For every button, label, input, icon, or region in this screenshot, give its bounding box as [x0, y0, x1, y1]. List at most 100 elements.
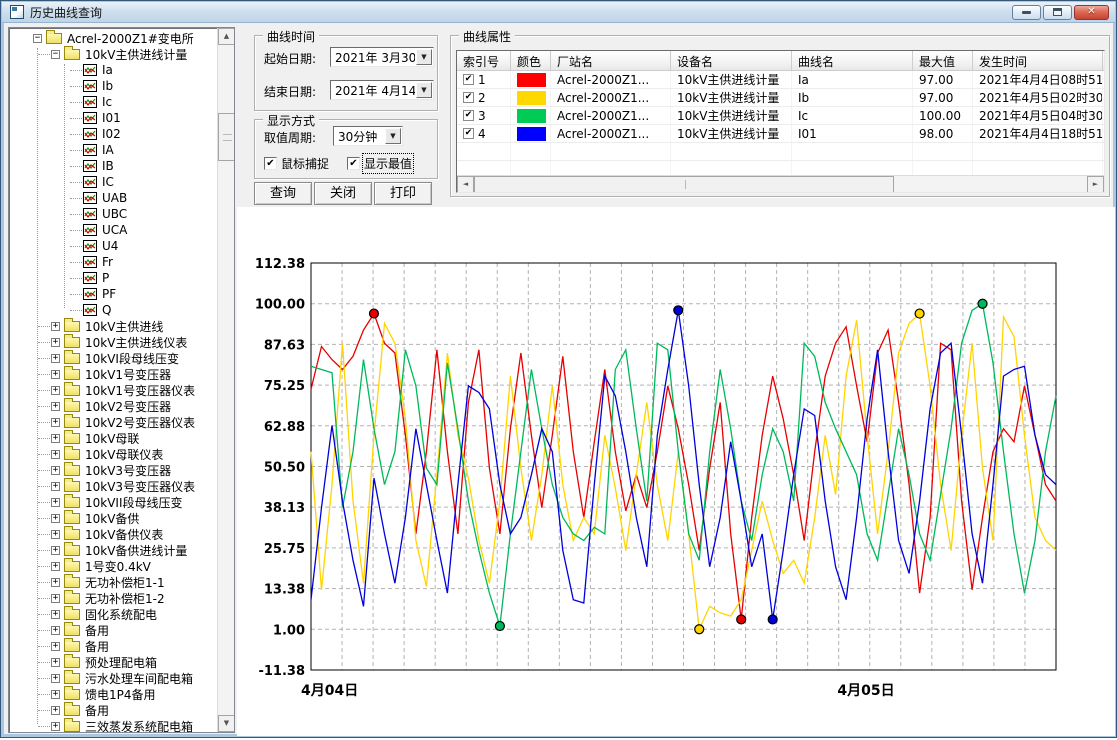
column-header-6[interactable]: 最大值 [913, 51, 973, 70]
expand-icon[interactable]: + [51, 706, 60, 715]
tree-item-folder[interactable]: +10kVI段母线压变 [9, 350, 217, 366]
expand-icon[interactable]: + [51, 386, 60, 395]
history-curve-chart[interactable]: 112.38100.0087.6375.2562.8850.5038.1325.… [237, 207, 1115, 736]
max-marker-Ib[interactable] [915, 309, 924, 318]
tree-item-curve-UCA[interactable]: UCA [9, 222, 217, 238]
min-marker-Ic[interactable] [495, 621, 504, 630]
tree-item-folder[interactable]: +10kVII段母线压变 [9, 494, 217, 510]
expand-icon[interactable]: + [51, 402, 60, 411]
column-header-1[interactable]: 索引号 [457, 51, 511, 70]
min-marker-Ia[interactable] [737, 615, 746, 624]
show-extremes-checkbox[interactable]: ✔ 显示最值 [347, 155, 412, 172]
row-checkbox[interactable]: ✔ [463, 110, 474, 121]
tree-item-folder[interactable]: +10kV母联 [9, 430, 217, 446]
collapse-icon[interactable]: − [33, 34, 42, 43]
curve-table-row-Ia[interactable]: ✔1Acrel-2000Z1...10kV主供进线计量Ia97.002021年4… [457, 71, 1104, 89]
tree-item-curve-U4[interactable]: U4 [9, 238, 217, 254]
tree-item-curve-Q[interactable]: Q [9, 302, 217, 318]
tree-scrollbar[interactable]: ▲ ▼ [217, 28, 234, 732]
expand-icon[interactable]: + [51, 594, 60, 603]
expand-icon[interactable]: + [51, 610, 60, 619]
column-header-4[interactable]: 设备名 [671, 51, 792, 70]
tree-item-folder[interactable]: +馈电1P4备用 [9, 686, 217, 702]
tree-item-folder[interactable]: +10kV主供进线 [9, 318, 217, 334]
tree-item-folder[interactable]: +10kV1号变压器仪表 [9, 382, 217, 398]
row-checkbox[interactable]: ✔ [463, 74, 474, 85]
tree-item-curve-IC[interactable]: IC [9, 174, 217, 190]
tree-item-curve-I02[interactable]: I02 [9, 126, 217, 142]
print-button[interactable]: 打印 [374, 182, 432, 205]
row-checkbox[interactable]: ✔ [463, 128, 474, 139]
tree-item-curve-UAB[interactable]: UAB [9, 190, 217, 206]
expand-icon[interactable]: + [51, 434, 60, 443]
min-marker-Ib[interactable] [695, 625, 704, 634]
min-marker-I01[interactable] [768, 615, 777, 624]
tree-item-folder[interactable]: +10kV2号变压器仪表 [9, 414, 217, 430]
expand-icon[interactable]: + [51, 626, 60, 635]
expand-icon[interactable]: + [51, 546, 60, 555]
tree-item-folder[interactable]: +三效蒸发系统配电箱 [9, 718, 217, 732]
expand-icon[interactable]: + [51, 722, 60, 731]
expand-icon[interactable]: + [51, 322, 60, 331]
tree-item-folder[interactable]: +备用 [9, 622, 217, 638]
table-hscrollbar-thumb[interactable] [474, 176, 894, 193]
expand-icon[interactable]: + [51, 674, 60, 683]
expand-icon[interactable]: + [51, 514, 60, 523]
expand-icon[interactable]: + [51, 578, 60, 587]
column-header-7[interactable]: 发生时间 [973, 51, 1103, 70]
tree-item-folder[interactable]: +10kV1号变压器 [9, 366, 217, 382]
row-checkbox[interactable]: ✔ [463, 92, 474, 103]
titlebar[interactable]: 历史曲线查询 ✕ [2, 2, 1115, 23]
chevron-down-icon[interactable]: ▼ [385, 128, 401, 144]
close-action-button[interactable]: 关闭 [314, 182, 372, 205]
curve-table-row-Ic[interactable]: ✔3Acrel-2000Z1...10kV主供进线计量Ic100.002021年… [457, 107, 1104, 125]
tree-item-curve-P[interactable]: P [9, 270, 217, 286]
chevron-down-icon[interactable]: ▼ [416, 82, 432, 98]
table-hscrollbar[interactable]: ◄ ► [457, 175, 1104, 192]
tree-item-folder[interactable]: +10kV2号变压器 [9, 398, 217, 414]
tree-item-folder[interactable]: +10kV备供进线计量 [9, 542, 217, 558]
curve-table-row-I01[interactable]: ✔4Acrel-2000Z1...10kV主供进线计量I0198.002021年… [457, 125, 1104, 143]
tree-item-folder[interactable]: +1号变0.4kV [9, 558, 217, 574]
tree-item-folder[interactable]: +10kV母联仪表 [9, 446, 217, 462]
tree-item-folder[interactable]: +10kV3号变压器 [9, 462, 217, 478]
expand-icon[interactable]: + [51, 418, 60, 427]
column-header-5[interactable]: 曲线名 [792, 51, 913, 70]
tree-item-curve-I01[interactable]: I01 [9, 110, 217, 126]
tree-item-folder[interactable]: +备用 [9, 638, 217, 654]
expand-icon[interactable]: + [51, 690, 60, 699]
tree-item-folder[interactable]: +固化系统配电 [9, 606, 217, 622]
tree-item-folder[interactable]: +备用 [9, 702, 217, 718]
max-marker-Ic[interactable] [978, 299, 987, 308]
curve-table-row-Ib[interactable]: ✔2Acrel-2000Z1...10kV主供进线计量Ib97.002021年4… [457, 89, 1104, 107]
start-date-combo[interactable]: 2021年 3月30 ▼ [330, 47, 434, 67]
expand-icon[interactable]: + [51, 530, 60, 539]
tree-item-curve-IA[interactable]: IA [9, 142, 217, 158]
tree-item-folder[interactable]: +10kV备供仪表 [9, 526, 217, 542]
tree-item-folder[interactable]: +无功补偿柜1-1 [9, 574, 217, 590]
expand-icon[interactable]: + [51, 498, 60, 507]
tree-item-root[interactable]: −Acrel-2000Z1#变电所 [9, 30, 217, 46]
checkbox-check-icon[interactable]: ✔ [264, 157, 277, 170]
chevron-down-icon[interactable]: ▼ [416, 49, 432, 65]
expand-icon[interactable]: + [51, 642, 60, 651]
tree-item-folder[interactable]: +10kV主供进线仪表 [9, 334, 217, 350]
tree-item-folder[interactable]: +10kV备供 [9, 510, 217, 526]
tree-item-folder[interactable]: +10kV3号变压器仪表 [9, 478, 217, 494]
max-marker-Ia[interactable] [369, 309, 378, 318]
expand-icon[interactable]: + [51, 466, 60, 475]
tree-item-curve-Ic[interactable]: Ic [9, 94, 217, 110]
collapse-icon[interactable]: − [51, 50, 60, 59]
max-marker-I01[interactable] [674, 306, 683, 315]
tree-item-folder[interactable]: +污水处理车间配电箱 [9, 670, 217, 686]
expand-icon[interactable]: + [51, 450, 60, 459]
expand-icon[interactable]: + [51, 482, 60, 491]
expand-icon[interactable]: + [51, 658, 60, 667]
mouse-capture-checkbox[interactable]: ✔ 鼠标捕捉 [264, 155, 329, 172]
close-button[interactable]: ✕ [1074, 5, 1109, 20]
query-button[interactable]: 查询 [254, 182, 312, 205]
period-combo[interactable]: 30分钟 ▼ [333, 126, 403, 146]
column-header-3[interactable]: 厂站名 [551, 51, 671, 70]
tree-item-curve-IB[interactable]: IB [9, 158, 217, 174]
expand-icon[interactable]: + [51, 338, 60, 347]
